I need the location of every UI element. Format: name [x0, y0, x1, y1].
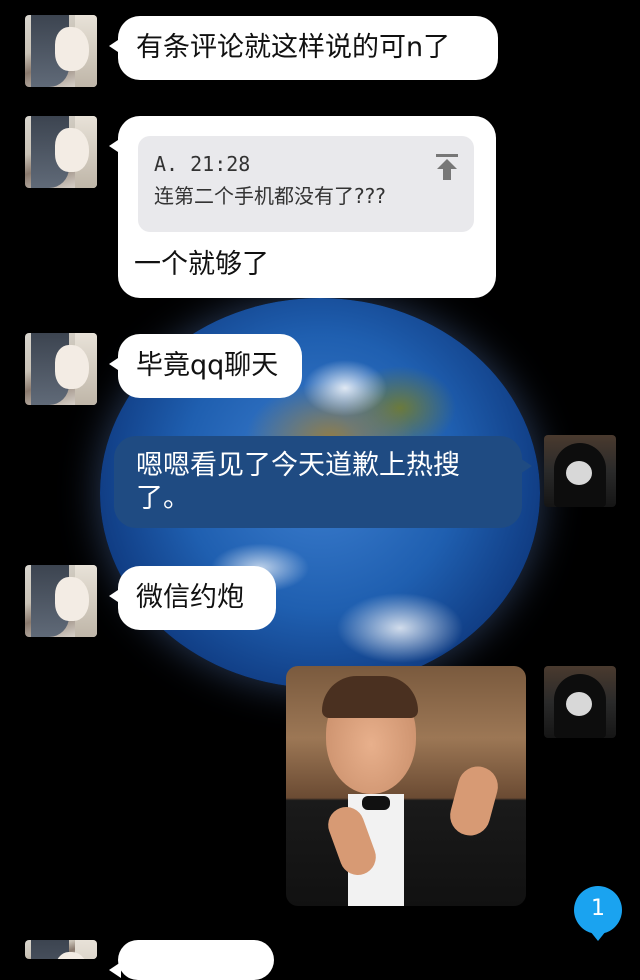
message-bubble[interactable]: 毕竟qq聊天 [109, 334, 302, 398]
message-text: 嗯嗯看见了今天道歉上热搜了。 [136, 450, 460, 514]
message-text: 毕竟qq聊天 [136, 350, 279, 381]
avatar[interactable] [25, 940, 97, 959]
unread-count-badge[interactable]: 1 [574, 886, 622, 941]
message-bubble[interactable]: A. 21:28 连第二个手机都没有了??? 一个就够了 [109, 116, 496, 298]
avatar[interactable] [25, 333, 97, 405]
quote-meta: A. 21:28 [154, 152, 251, 176]
avatar[interactable] [544, 666, 616, 738]
message-bubble[interactable]: 有条评论就这样说的可n了 [109, 16, 498, 80]
image-message[interactable] [286, 666, 526, 906]
avatar[interactable] [25, 116, 97, 188]
message-bubble[interactable]: 嗯嗯看见了今天道歉上热搜了。 [114, 436, 532, 528]
message-text: 微信约炮 [136, 582, 244, 613]
avatar[interactable] [544, 435, 616, 507]
avatar[interactable] [25, 565, 97, 637]
message-bubble[interactable] [109, 940, 274, 980]
message-text: 有条评论就这样说的可n了 [136, 32, 451, 63]
message-text: 一个就够了 [134, 249, 269, 280]
jump-to-quote-icon[interactable] [436, 154, 458, 180]
message-bubble[interactable]: 微信约炮 [109, 566, 276, 630]
quote-text: 连第二个手机都没有了??? [154, 184, 386, 208]
avatar[interactable] [25, 15, 97, 87]
quoted-message[interactable]: A. 21:28 连第二个手机都没有了??? [138, 136, 474, 232]
